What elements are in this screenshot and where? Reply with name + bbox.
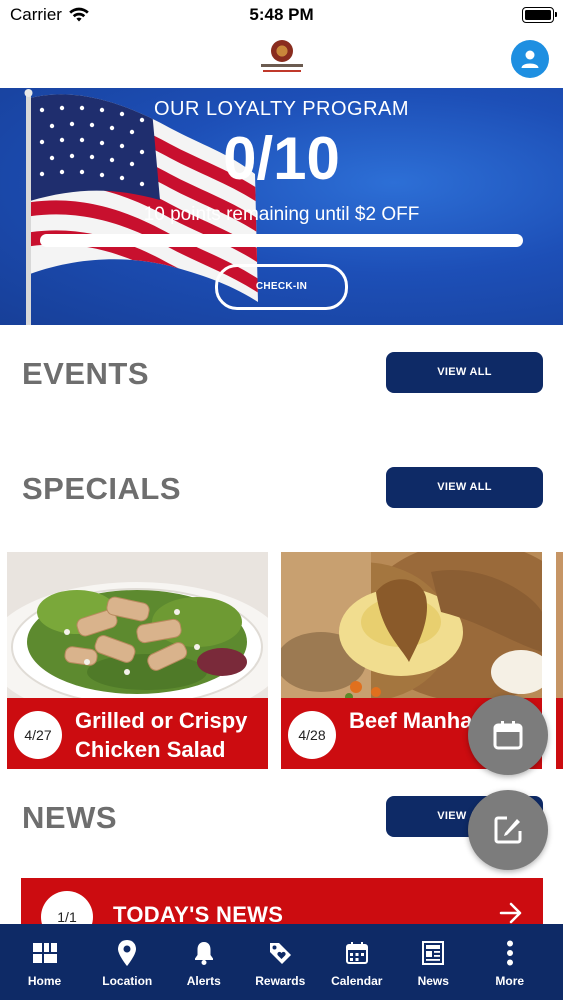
nav-label: More (495, 974, 525, 988)
compose-fab-button[interactable] (468, 790, 548, 870)
loyalty-progress-bar (40, 234, 523, 247)
nav-item-more[interactable]: More (472, 924, 549, 1000)
nav-item-calendar[interactable]: Calendar (319, 924, 396, 1000)
nav-item-location[interactable]: Location (89, 924, 166, 1000)
bell-icon (166, 939, 243, 967)
events-view-all-button[interactable]: VIEW ALL (386, 352, 543, 393)
loyalty-score: 0/10 (223, 125, 340, 192)
loyalty-remaining-text: 10 points remaining until $2 OFF (143, 204, 420, 225)
calendar-icon (319, 939, 396, 967)
bottom-nav: Home Location Alerts Rewards Calendar Ne… (0, 924, 563, 1000)
nav-label: Alerts (186, 974, 221, 988)
loyalty-banner: OUR LOYALTY PROGRAM 0/10 10 points remai… (0, 88, 563, 325)
battery-icon (522, 7, 557, 23)
home-grid-icon (0, 939, 89, 967)
more-vertical-icon (472, 939, 549, 967)
arrow-right-icon (499, 902, 522, 924)
nav-label: News (417, 974, 449, 988)
checkin-button[interactable]: CHECK-IN (215, 264, 348, 310)
specials-heading: SPECIALS (22, 471, 182, 506)
specials-view-all-button[interactable]: VIEW ALL (386, 467, 543, 508)
nav-label: Calendar (331, 974, 383, 988)
edit-icon (494, 816, 522, 844)
special-card-peek[interactable] (556, 552, 563, 769)
app-header (0, 32, 563, 88)
user-icon (521, 50, 539, 68)
logo-seal (271, 40, 293, 62)
loyalty-title: OUR LOYALTY PROGRAM (153, 98, 410, 120)
special-date-badge: 4/28 (288, 711, 336, 759)
nav-item-home[interactable]: Home (0, 924, 89, 1000)
nav-label: Rewards (255, 974, 306, 988)
tag-heart-icon (242, 939, 319, 967)
special-caption: 4/27 Grilled or Crispy Chicken Salad (7, 698, 268, 769)
news-heading: NEWS (22, 800, 117, 835)
profile-button[interactable] (511, 40, 549, 78)
post-logo (261, 38, 303, 78)
calendar-icon (493, 721, 523, 750)
status-time: 5:48 PM (249, 5, 314, 24)
calendar-fab-button[interactable] (468, 695, 548, 775)
beef-manhattan-photo (281, 552, 542, 698)
nav-item-alerts[interactable]: Alerts (166, 924, 243, 1000)
salad-photo (7, 552, 268, 698)
nav-label: Home (27, 974, 62, 988)
special-date-badge: 4/27 (14, 711, 62, 759)
nav-item-rewards[interactable]: Rewards (242, 924, 319, 1000)
location-pin-icon (89, 939, 166, 967)
events-heading: EVENTS (22, 356, 150, 391)
status-bar: Carrier 5:48 PM (0, 0, 563, 32)
special-card[interactable]: 4/27 Grilled or Crispy Chicken Salad (7, 552, 268, 769)
nav-item-news[interactable]: News (395, 924, 472, 1000)
newspaper-icon (395, 939, 472, 967)
nav-label: Location (102, 974, 153, 988)
special-name: Grilled or Crispy Chicken Salad (75, 708, 248, 762)
